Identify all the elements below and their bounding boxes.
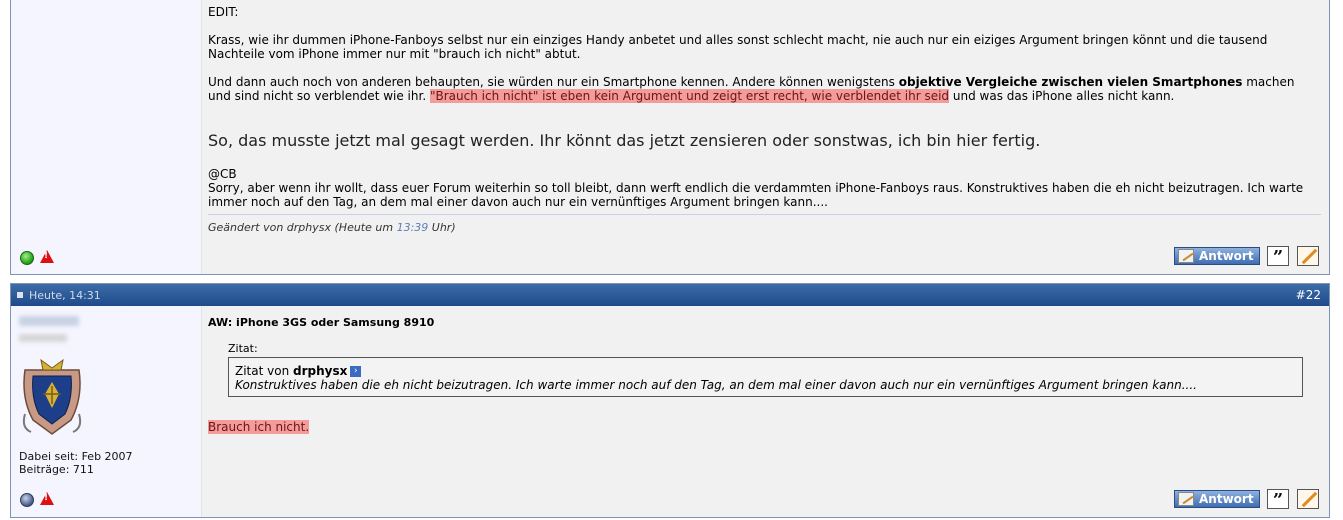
edited-time: 13:39 (396, 221, 429, 234)
username[interactable] (19, 316, 79, 326)
quote-button[interactable]: ” (1267, 246, 1289, 268)
report-warning-icon[interactable] (40, 250, 54, 263)
post-1-content: EDIT: Krass, wie ihr dummen iPhone-Fanbo… (202, 0, 1329, 274)
post-title: AW: iPhone 3GS oder Samsung 8910 (208, 316, 435, 329)
quote-author: drphysx (293, 364, 348, 378)
post-icon (17, 292, 23, 298)
post-1-paragraph-1: Krass, wie ihr dummen iPhone-Fanboys sel… (208, 33, 1268, 61)
user-title (19, 334, 67, 342)
edited-separator (208, 214, 1321, 215)
post-date: Heute, 14:31 (29, 289, 101, 302)
user-info: Dabei seit: Feb 2007 Beiträge: 711 (19, 450, 133, 476)
post-2: Heute, 14:31 #22 Dabei seit: Feb 2007 Be… (10, 283, 1330, 518)
post-1-paragraph-3: Sorry, aber wenn ihr wollt, dass euer Fo… (208, 181, 1304, 209)
post-2-header: Heute, 14:31 #22 (11, 284, 1329, 306)
post-number[interactable]: #22 (1296, 288, 1321, 302)
post-2-content: AW: iPhone 3GS oder Samsung 8910 Zitat: … (202, 306, 1329, 517)
highlighted-phrase: "Brauch ich nicht" ist eben kein Argumen… (429, 89, 950, 103)
report-warning-icon[interactable] (40, 492, 54, 505)
quote-box: Zitat von drphysx › Konstruktives haben d… (228, 357, 1303, 397)
edit-label: EDIT: (208, 5, 239, 19)
mention-cb: @CB (208, 167, 237, 181)
join-date: Dabei seit: Feb 2007 (19, 450, 133, 463)
edit-icon[interactable] (1297, 489, 1319, 509)
reply-button[interactable]: Antwort (1174, 490, 1260, 508)
reply-text: Brauch ich nicht. (208, 420, 310, 434)
offline-status-icon (20, 493, 34, 507)
quote-label: Zitat: (228, 342, 258, 355)
bold-phrase: objektive Vergleiche zwischen vielen Sma… (898, 75, 1243, 89)
edited-note: Geändert von drphysx (Heute um 13:39 Uhr… (208, 221, 456, 234)
online-status-icon (20, 251, 34, 265)
avatar (22, 358, 82, 435)
post-count: Beiträge: 711 (19, 463, 94, 476)
post-1-paragraph-2: Und dann auch noch von anderen behaupten… (208, 75, 1295, 103)
reply-icon (1178, 249, 1194, 263)
view-post-arrow-icon[interactable]: › (350, 366, 362, 377)
post-1: EDIT: Krass, wie ihr dummen iPhone-Fanbo… (10, 0, 1330, 275)
quote-text: Konstruktives haben die eh nicht beizutr… (235, 378, 1197, 392)
post-2-sidebar: Dabei seit: Feb 2007 Beiträge: 711 (11, 306, 202, 517)
post-1-sidebar (11, 0, 202, 274)
reply-button[interactable]: Antwort (1174, 247, 1260, 265)
reply-icon (1178, 492, 1194, 506)
post-1-big-text: So, das musste jetzt mal gesagt werden. … (208, 131, 1041, 150)
quote-button[interactable]: ” (1267, 489, 1289, 511)
edit-icon[interactable] (1297, 246, 1319, 266)
quote-header: Zitat von drphysx › (235, 364, 1296, 378)
